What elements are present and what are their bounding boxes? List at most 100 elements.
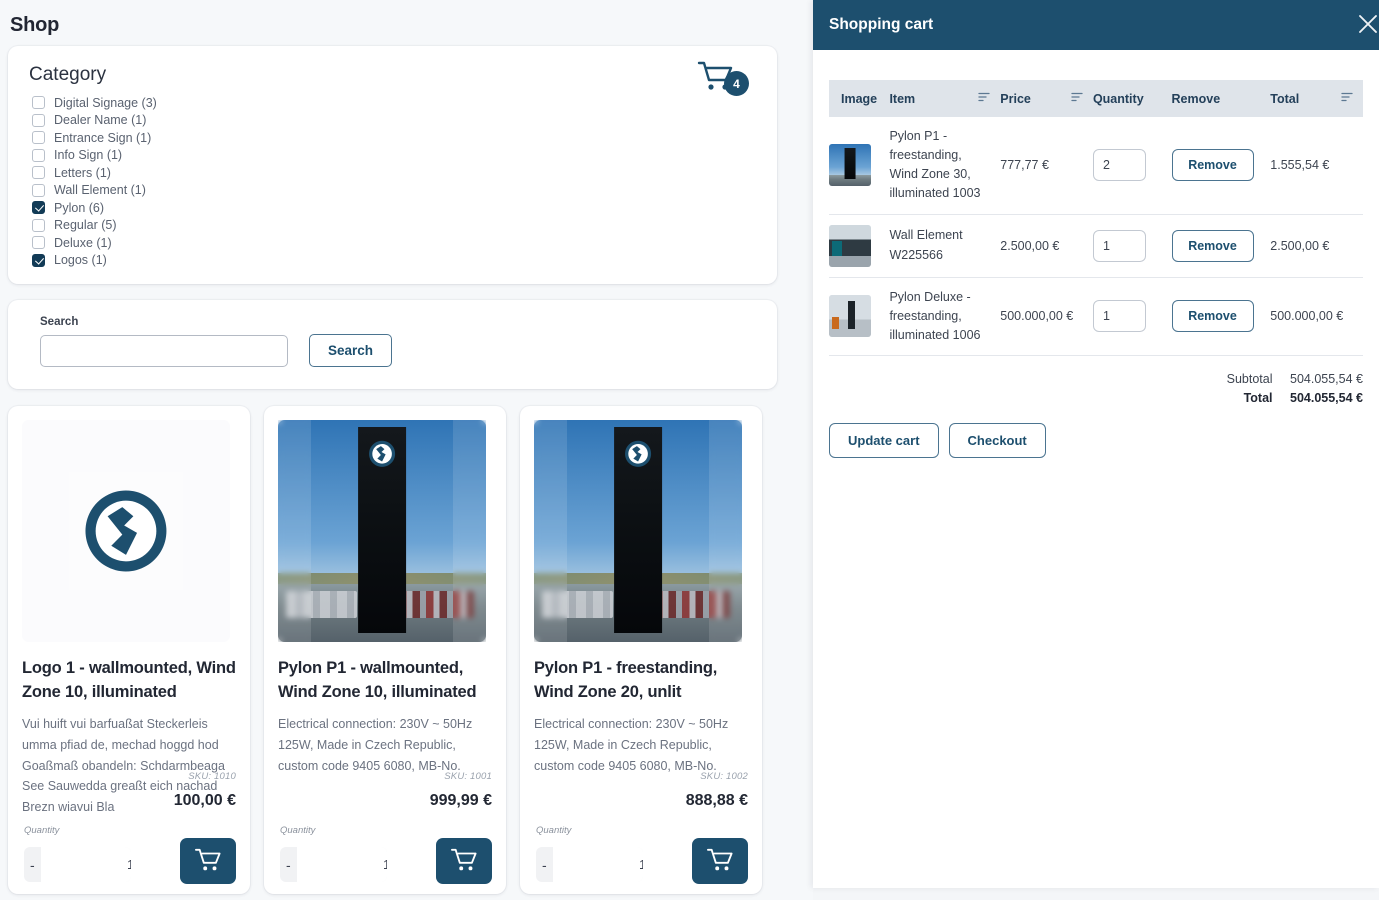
cart-item-name: Pylon Deluxe - freestanding, illuminated…: [889, 289, 981, 342]
category-item[interactable]: Entrance Sign (1): [26, 129, 759, 147]
category-checkbox[interactable]: [32, 218, 45, 232]
add-to-cart-button[interactable]: [692, 838, 748, 884]
category-checkbox[interactable]: [32, 113, 45, 127]
quantity-stepper[interactable]: -+: [536, 847, 643, 882]
cart-row-item-cell: Pylon Deluxe - freestanding, illuminated…: [889, 277, 1001, 356]
category-item-label: Pylon (6): [54, 200, 105, 215]
cart-table-body: Pylon P1 - freestanding, Wind Zone 30, i…: [829, 117, 1363, 356]
product-card: Pylon P1 - wallmounted, Wind Zone 10, il…: [264, 406, 506, 894]
product-description: Electrical connection: 230V ~ 50Hz 125W,…: [534, 716, 729, 773]
shopping-cart-drawer: Shopping cart Image Item Price Quantity Remo…: [813, 0, 1379, 888]
quantity-input[interactable]: [552, 847, 643, 882]
category-checkbox[interactable]: [32, 253, 45, 267]
total-row: Total 504.055,54 €: [829, 391, 1363, 405]
cart-column-header: Remove: [1171, 80, 1271, 117]
cart-column-header: Image: [829, 80, 890, 117]
subtotal-value: 504.055,54 €: [1290, 371, 1363, 386]
product-sku: SKU: 1002: [700, 771, 748, 782]
update-cart-button[interactable]: Update cart: [829, 422, 939, 458]
product-title: Pylon P1 - wallmounted, Wind Zone 10, il…: [278, 659, 477, 702]
cart-plus-icon: [706, 847, 734, 876]
cart-title: Shopping cart: [829, 16, 934, 33]
cart-body: Image Item Price Quantity Remove Total Pylon …: [813, 50, 1379, 458]
cart-quantity-input[interactable]: [1092, 149, 1146, 182]
category-checkbox[interactable]: [32, 96, 45, 110]
cart-column-label: Total: [1270, 91, 1300, 106]
quantity-label: Quantity: [280, 825, 316, 836]
category-checkbox[interactable]: [32, 201, 45, 215]
cart-count-badge: 4: [724, 71, 749, 96]
category-checkbox[interactable]: [32, 148, 45, 162]
remove-item-button[interactable]: Remove: [1171, 300, 1254, 333]
cart-column-header[interactable]: Total: [1270, 80, 1363, 117]
category-item[interactable]: Letters (1): [26, 164, 759, 182]
cart-row: Wall Element W225566 2.500,00 € Remove 2.50…: [829, 214, 1363, 278]
product-sku: SKU: 1010: [188, 771, 236, 782]
cart-row-price-cell: 500.000,00 €: [1000, 277, 1093, 356]
remove-item-button[interactable]: Remove: [1171, 149, 1254, 182]
cart-header: Shopping cart: [813, 0, 1379, 50]
cart-column-label: Price: [1000, 91, 1031, 106]
category-item-label: Entrance Sign (1): [54, 130, 152, 145]
category-item[interactable]: Wall Element (1): [26, 182, 759, 200]
quantity-decrement-button[interactable]: -: [24, 847, 41, 882]
cart-row-item-cell: Wall Element W225566: [889, 214, 1001, 278]
quantity-decrement-button[interactable]: -: [280, 847, 297, 882]
search-input[interactable]: [40, 334, 288, 367]
add-to-cart-button[interactable]: [180, 838, 236, 884]
sort-icon[interactable]: [978, 91, 990, 106]
category-checkbox[interactable]: [32, 131, 45, 145]
quantity-input[interactable]: [296, 847, 387, 882]
close-icon[interactable]: [1355, 11, 1379, 37]
category-item[interactable]: Deluxe (1): [26, 234, 759, 252]
category-item-label: Deluxe (1): [54, 235, 112, 250]
cart-row-quantity-cell: [1092, 277, 1172, 356]
category-checkbox[interactable]: [32, 166, 45, 180]
cart-row-quantity-cell: [1092, 214, 1172, 278]
quantity-stepper[interactable]: -+: [280, 847, 387, 882]
category-checkbox[interactable]: [32, 236, 45, 250]
add-to-cart-button[interactable]: [436, 838, 492, 884]
cart-quantity-input[interactable]: [1092, 229, 1146, 262]
category-item[interactable]: Info Sign (1): [26, 147, 759, 165]
category-item[interactable]: Digital Signage (3): [26, 94, 759, 112]
product-image[interactable]: [278, 420, 486, 642]
category-checkbox[interactable]: [32, 183, 45, 197]
cart-column-header: Quantity: [1092, 80, 1172, 117]
sort-icon[interactable]: [1071, 91, 1083, 106]
sort-icon[interactable]: [1341, 91, 1353, 106]
cart-quantity-input[interactable]: [1092, 300, 1146, 333]
remove-item-button[interactable]: Remove: [1171, 229, 1254, 262]
category-item[interactable]: Pylon (6): [26, 199, 759, 217]
cart-table-head: Image Item Price Quantity Remove Total: [829, 80, 1363, 117]
subtotal-row: Subtotal 504.055,54 €: [829, 372, 1363, 386]
category-item[interactable]: Logos (1): [26, 252, 759, 270]
checkout-button[interactable]: Checkout: [948, 422, 1046, 458]
quantity-decrement-button[interactable]: -: [536, 847, 553, 882]
product-title: Logo 1 - wallmounted, Wind Zone 10, illu…: [22, 659, 236, 702]
quantity-stepper[interactable]: -+: [24, 847, 131, 882]
product-price: 888,88 €: [685, 792, 748, 809]
category-panel: Category Digital Signage (3) Dealer Name …: [8, 46, 777, 284]
category-list: Digital Signage (3) Dealer Name (1) Entran…: [26, 94, 759, 269]
cart-column-header[interactable]: Price: [1000, 80, 1093, 117]
product-image[interactable]: [22, 420, 230, 642]
quantity-input[interactable]: [40, 847, 131, 882]
cart-column-header[interactable]: Item: [889, 80, 1001, 117]
cart-row: Pylon P1 - freestanding, Wind Zone 30, i…: [829, 117, 1363, 215]
search-panel: Search Search: [8, 300, 777, 389]
total-label: Total: [1243, 390, 1273, 405]
cart-row-total-cell: 500.000,00 €: [1270, 277, 1363, 356]
cart-column-label: Image: [841, 91, 878, 106]
total-value: 504.055,54 €: [1290, 390, 1363, 405]
product-photo-sky: [534, 420, 742, 642]
cart-column-label: Item: [889, 91, 916, 106]
cart-plus-icon: [194, 847, 222, 876]
search-button[interactable]: Search: [309, 334, 393, 367]
category-item[interactable]: Regular (5): [26, 217, 759, 235]
category-item-label: Digital Signage (3): [54, 95, 157, 110]
product-image[interactable]: [534, 420, 742, 642]
cart-indicator[interactable]: 4: [697, 60, 749, 104]
category-item[interactable]: Dealer Name (1): [26, 112, 759, 130]
cart-row-remove-cell: Remove: [1171, 117, 1271, 215]
